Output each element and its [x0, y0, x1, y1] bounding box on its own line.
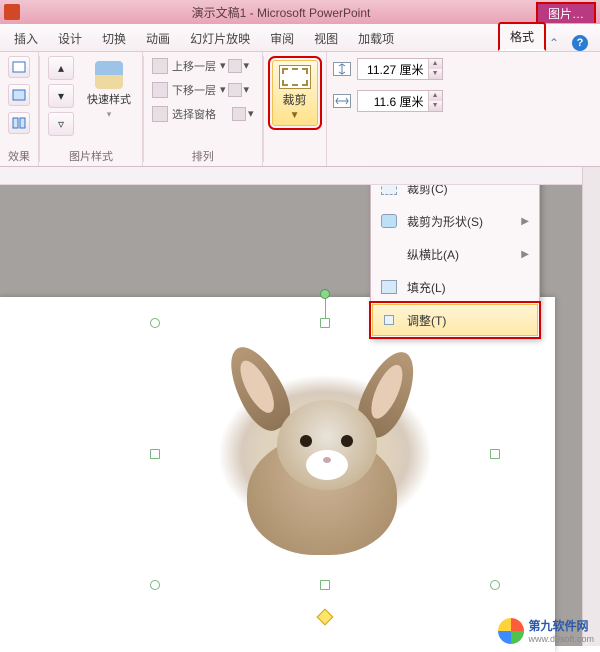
vertical-scrollbar[interactable] [582, 167, 600, 646]
quick-styles-button[interactable]: 快速样式 ▾ [84, 56, 134, 125]
tab-view[interactable]: 视图 [304, 26, 348, 51]
group-adjust-edge: 效果 [0, 52, 39, 166]
watermark-url: www.d9soft.com [528, 634, 594, 644]
group-arrange-label: 排列 [192, 146, 214, 164]
menu-fit-label: 调整(T) [407, 312, 529, 329]
selection-pane-button[interactable]: 选择窗格 ▾ [152, 104, 254, 124]
tab-transitions[interactable]: 切换 [92, 26, 136, 51]
send-backward-label: 下移一层 [172, 82, 216, 98]
submenu-arrow-icon: ▶ [521, 216, 529, 227]
titlebar: 演示文稿1 - Microsoft PowerPoint 图片… [0, 0, 600, 24]
bring-forward-button[interactable]: 上移一层 ▾▾ [152, 56, 254, 76]
slide-canvas[interactable] [0, 297, 555, 652]
height-up[interactable]: ▲ [428, 59, 442, 69]
send-backward-button[interactable]: 下移一层 ▾▾ [152, 80, 254, 100]
quick-styles-label: 快速样式 [87, 91, 131, 107]
resize-handle-tl[interactable] [150, 318, 160, 328]
group-crop: 裁剪 ▼ [264, 52, 327, 166]
picture-border-icon[interactable] [8, 56, 30, 78]
watermark-logo [498, 618, 524, 644]
ruler [0, 167, 582, 185]
selection-pane-label: 选择窗格 [172, 106, 216, 122]
resize-handle-br[interactable] [490, 580, 500, 590]
menu-crop-to-shape[interactable]: 裁剪为形状(S) ▶ [372, 205, 538, 237]
watermark-name: 第九软件网 [528, 619, 588, 633]
height-icon [333, 62, 351, 76]
rotate-icon[interactable] [232, 107, 246, 121]
tab-format[interactable]: 格式 [498, 22, 546, 51]
ribbon: 效果 ▴ ▾ ▿ 快速样式 ▾ 图片样式 上移一层 ▾▾ [0, 52, 600, 167]
menu-fill[interactable]: 填充(L) [372, 271, 538, 303]
ribbon-tabs: 插入 设计 切换 动画 幻灯片放映 审阅 视图 加载项 格式 ⌃ ? [0, 24, 600, 52]
minimize-ribbon-button[interactable]: ⌃ [546, 35, 562, 51]
watermark: 第九软件网 www.d9soft.com [498, 617, 594, 644]
resize-handle-b[interactable] [320, 580, 330, 590]
tab-slideshow[interactable]: 幻灯片放映 [180, 26, 260, 51]
adjustment-handle[interactable] [317, 609, 334, 626]
fit-icon [379, 311, 399, 329]
tab-design[interactable]: 设计 [48, 26, 92, 51]
fill-icon [379, 278, 399, 296]
height-down[interactable]: ▼ [428, 69, 442, 79]
group-size: ▲▼ ▲▼ [327, 52, 449, 166]
tab-review[interactable]: 审阅 [260, 26, 304, 51]
menu-crop-to-shape-label: 裁剪为形状(S) [407, 213, 513, 230]
height-spinner[interactable]: ▲▼ [357, 58, 443, 80]
picture-layout-icon[interactable] [8, 112, 30, 134]
crop-split-button[interactable]: 裁剪 ▼ [272, 60, 318, 126]
resize-handle-l[interactable] [150, 449, 160, 459]
resize-handle-t[interactable] [320, 318, 330, 328]
crop-to-shape-icon [379, 212, 399, 230]
height-input[interactable] [358, 62, 428, 76]
aspect-ratio-icon [379, 245, 399, 263]
picture-effects-icon[interactable] [8, 84, 30, 106]
group-icon[interactable] [228, 83, 242, 97]
chevron-down-icon[interactable]: ▼ [290, 110, 300, 121]
rotation-connector [325, 299, 326, 318]
menu-fill-label: 填充(L) [407, 279, 529, 296]
rotation-handle[interactable] [320, 289, 330, 299]
bring-forward-icon [152, 58, 168, 74]
window-title: 演示文稿1 - Microsoft PowerPoint [26, 4, 536, 21]
group-arrange: 上移一层 ▾▾ 下移一层 ▾▾ 选择窗格 ▾ 排列 [144, 52, 263, 166]
group-picture-styles-label: 图片样式 [69, 146, 113, 164]
tab-insert[interactable]: 插入 [4, 26, 48, 51]
crop-icon [279, 65, 311, 89]
resize-handle-r[interactable] [490, 449, 500, 459]
width-icon [333, 94, 351, 108]
tab-animations[interactable]: 动画 [136, 26, 180, 51]
width-down[interactable]: ▼ [428, 101, 442, 111]
bring-forward-label: 上移一层 [172, 58, 216, 74]
group-effects-label: 效果 [8, 146, 30, 164]
menu-fit[interactable]: 调整(T) [372, 304, 538, 336]
style-gallery-prev[interactable]: ▴ [48, 56, 74, 80]
width-input[interactable] [358, 94, 428, 108]
crop-label: 裁剪 [283, 91, 307, 108]
picture-tools-context-tab[interactable]: 图片… [536, 2, 596, 23]
help-button[interactable]: ? [572, 35, 588, 51]
group-picture-styles: ▴ ▾ ▿ 快速样式 ▾ 图片样式 [40, 52, 143, 166]
width-spinner[interactable]: ▲▼ [357, 90, 443, 112]
menu-aspect-ratio-label: 纵横比(A) [407, 246, 513, 263]
selected-picture[interactable] [155, 323, 495, 585]
style-gallery-more[interactable]: ▿ [48, 112, 74, 136]
selection-pane-icon [152, 106, 168, 122]
rabbit-image [207, 345, 443, 565]
tab-addins[interactable]: 加载项 [348, 26, 404, 51]
submenu-arrow-icon: ▶ [521, 249, 529, 260]
crop-dropdown-menu: 裁剪(C) 裁剪为形状(S) ▶ 纵横比(A) ▶ 填充(L) 调整(T) [370, 170, 540, 338]
menu-aspect-ratio[interactable]: 纵横比(A) ▶ [372, 238, 538, 270]
align-icon[interactable] [228, 59, 242, 73]
paintbrush-icon [95, 61, 123, 89]
width-up[interactable]: ▲ [428, 91, 442, 101]
send-backward-icon [152, 82, 168, 98]
app-icon [4, 4, 20, 20]
resize-handle-bl[interactable] [150, 580, 160, 590]
style-gallery-next[interactable]: ▾ [48, 84, 74, 108]
